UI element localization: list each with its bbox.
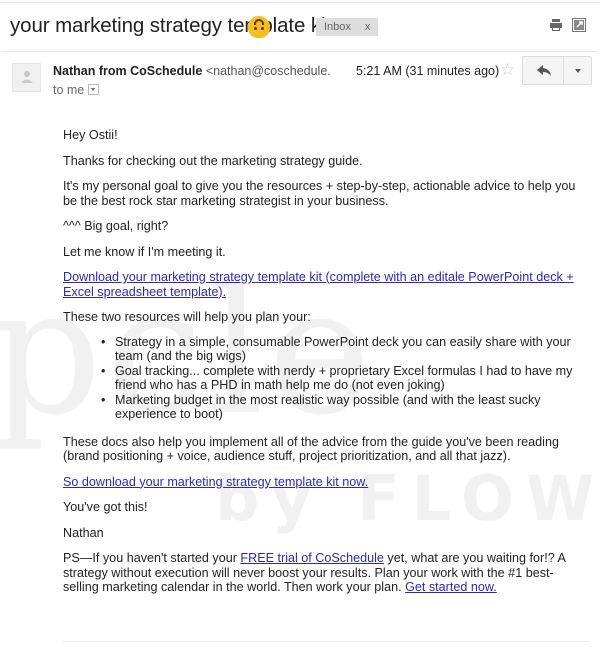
show-details-dropdown-icon[interactable]: [88, 84, 100, 96]
top-divider: [0, 2, 600, 3]
download-now-link[interactable]: So download your marketing strategy temp…: [63, 475, 368, 489]
label-name: Inbox: [324, 21, 351, 33]
paragraph: These docs also help you implement all o…: [63, 434, 559, 464]
reply-icon: [537, 65, 551, 76]
sender-name[interactable]: Nathan from CoSchedule: [53, 64, 202, 78]
resource-list: Strategy in a simple, consumable PowerPo…: [63, 335, 583, 422]
paragraph: You've got this!: [63, 500, 148, 514]
email-subject: your marketing strategy template kit: [10, 14, 332, 37]
signature: Nathan: [63, 525, 104, 540]
get-started-link[interactable]: Get started now.: [405, 580, 497, 594]
paragraph: Thanks for checking out the marketing st…: [63, 153, 363, 168]
print-icon[interactable]: [549, 18, 563, 32]
list-item: Strategy in a simple, consumable PowerPo…: [101, 335, 583, 364]
inbox-label-chip[interactable]: Inbox x: [316, 18, 379, 36]
recipient: to me: [53, 83, 85, 97]
star-icon[interactable]: ☆: [500, 61, 515, 78]
sender-address: <nathan@coschedule.: [205, 64, 331, 78]
more-options-button[interactable]: [563, 56, 592, 85]
free-trial-link[interactable]: FREE trial of CoSchedule: [240, 551, 384, 565]
upside-down-face-emoji-icon: [248, 16, 270, 38]
list-item: Goal tracking... complete with nerdy + p…: [101, 364, 583, 393]
ps-text: PS—If you haven't started your: [63, 551, 241, 565]
bottom-divider: [63, 641, 590, 642]
timestamp: 5:21 AM (31 minutes ago): [356, 64, 500, 78]
subject-row: your marketing strategy template kit Inb…: [0, 12, 600, 44]
postscript: PS—If you haven't started your FREE tria…: [63, 551, 583, 595]
header-divider: [3, 51, 596, 52]
sender-avatar[interactable]: [12, 63, 41, 92]
list-item: Marketing budget in the most realistic w…: [101, 393, 583, 422]
paragraph: ^^^ Big goal, right?: [63, 219, 169, 233]
person-icon: [21, 71, 33, 83]
greeting: Hey Ostii!: [63, 128, 118, 142]
download-kit-link[interactable]: Download your marketing strategy templat…: [63, 270, 574, 299]
reply-button[interactable]: [522, 56, 564, 85]
new-window-icon[interactable]: [572, 18, 586, 32]
paragraph: These two resources will help you plan y…: [63, 310, 311, 324]
sender-line: Nathan from CoSchedule <nathan@coschedul…: [53, 64, 331, 78]
paragraph: It's my personal goal to give you the re…: [63, 179, 576, 208]
remove-label-button[interactable]: x: [365, 21, 371, 33]
paragraph: Let me know if I'm meeting it.: [63, 244, 226, 259]
recipient-line: to me: [53, 83, 100, 97]
email-body: Hey Ostii! Thanks for checking out the m…: [63, 128, 583, 606]
